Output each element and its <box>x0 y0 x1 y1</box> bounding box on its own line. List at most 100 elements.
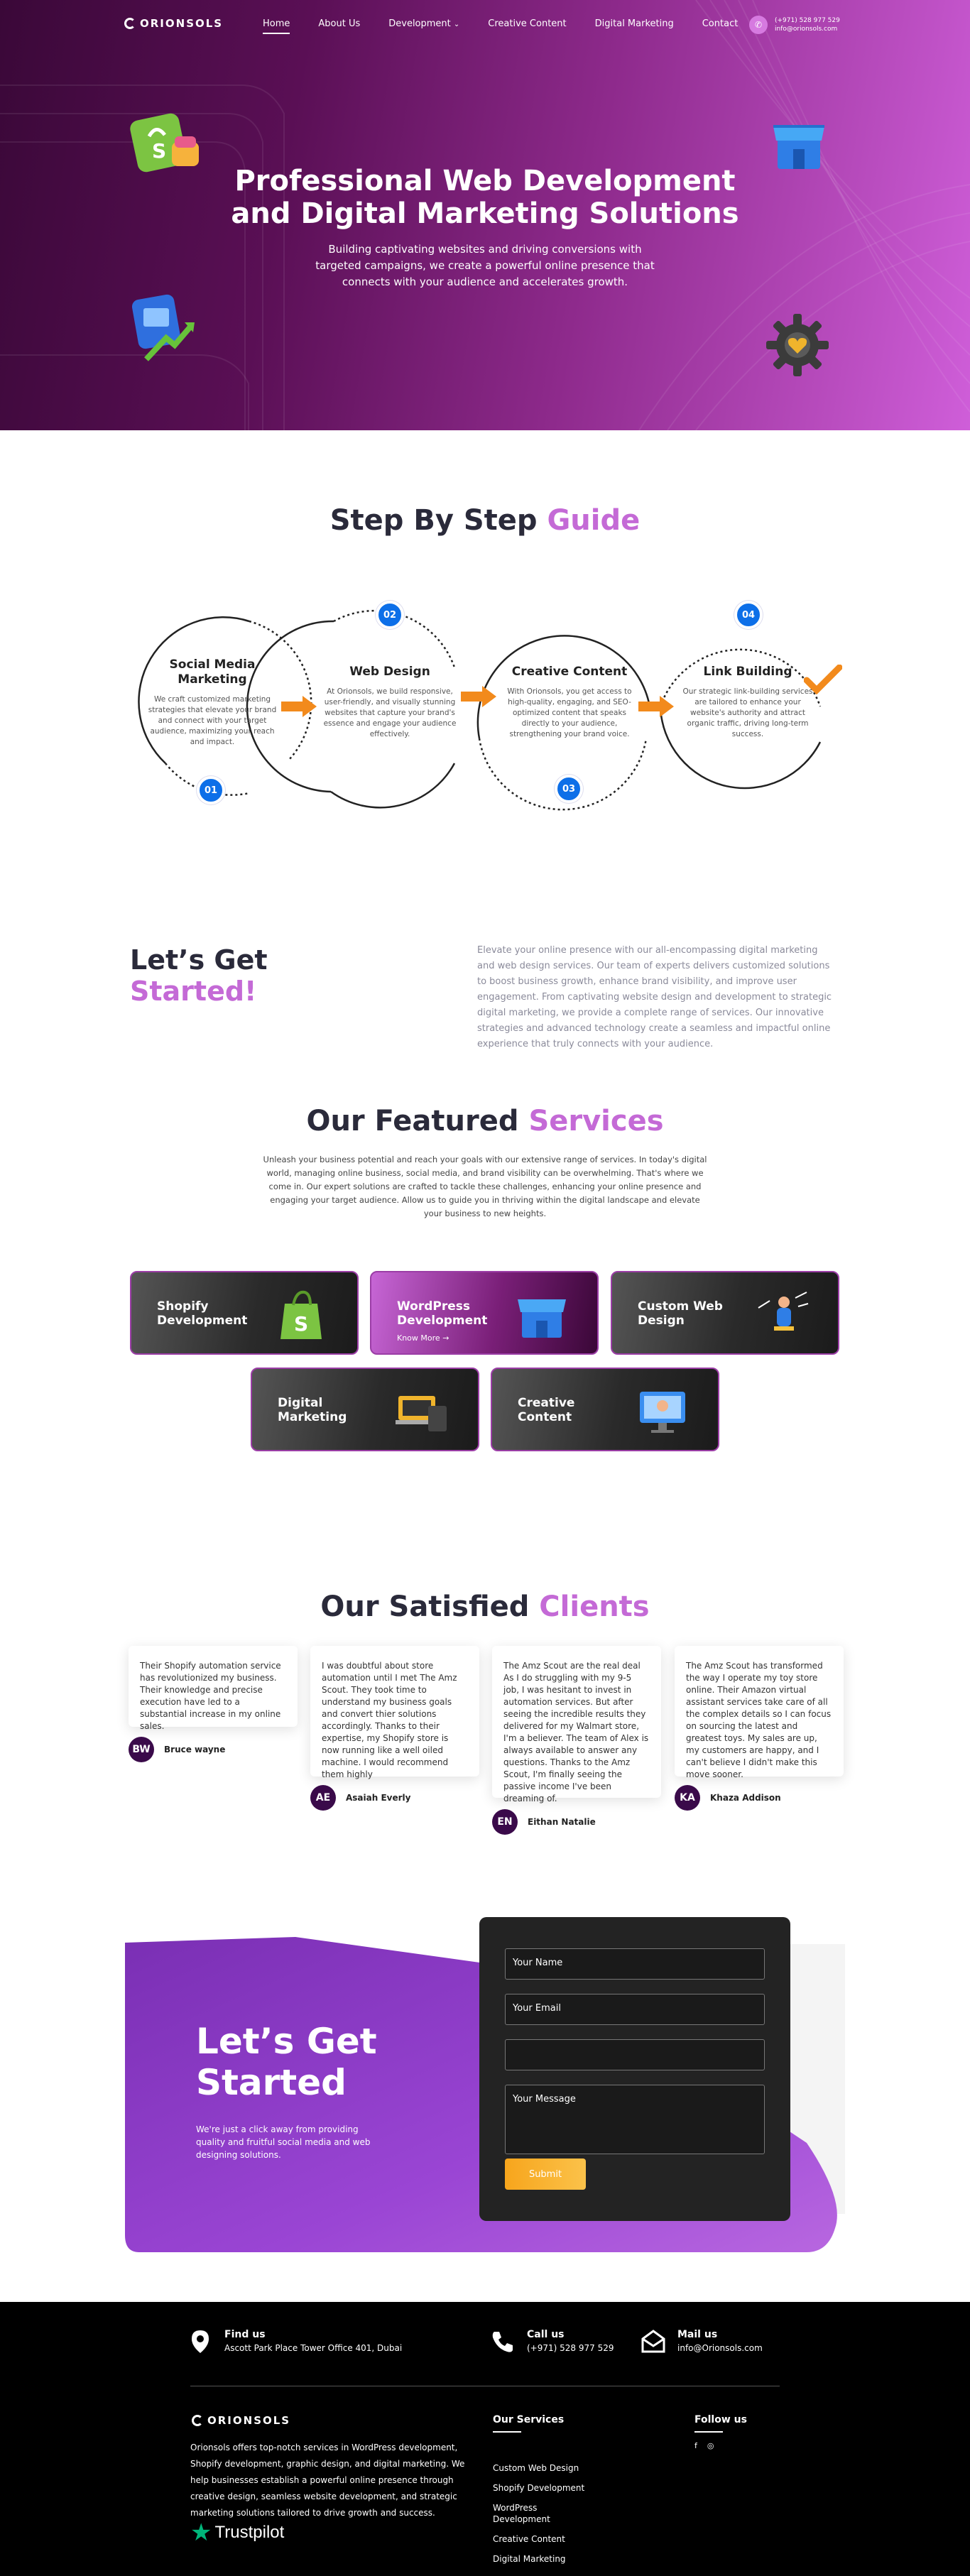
nav-home[interactable]: Home <box>263 18 290 34</box>
avatar: EN <box>492 1809 518 1835</box>
step-number-badge: 04 <box>734 601 763 629</box>
step-card-3: Creative Content With Orionsols, you get … <box>485 618 654 787</box>
intro-text: Elevate your online presence with our al… <box>477 945 832 1049</box>
phone-icon <box>492 2332 513 2352</box>
testimonial-author: KA Khaza Addison <box>675 1785 781 1811</box>
testimonial-card: The Amz Scout has transformed the way I … <box>675 1646 844 1779</box>
arrow-right-icon <box>461 686 496 707</box>
arrow-right-icon <box>638 696 674 717</box>
website-growth-3d-icon <box>132 294 195 361</box>
message-field[interactable]: Your Message <box>505 2085 765 2154</box>
hero-subtitle: Building captivating websites and drivin… <box>315 243 655 288</box>
hero-title: Professional Web Development and Digital … <box>0 165 970 230</box>
nav-digital-marketing[interactable]: Digital Marketing <box>595 18 674 29</box>
mail-icon <box>641 2330 665 2353</box>
email-field[interactable]: Your Email <box>505 1994 765 2025</box>
footer-call-us[interactable]: Call us (+971) 528 977 529 <box>490 2329 614 2354</box>
phone-field[interactable] <box>505 2039 765 2070</box>
footer-logo-text: ORIONSOLS <box>207 2414 291 2427</box>
mail-us-title: Mail us <box>677 2329 718 2340</box>
service-card-creative-content[interactable]: Creative Content <box>491 1368 719 1451</box>
services-intro: Unleash your business potential and reac… <box>263 1155 707 1218</box>
nav-development-label: Development <box>388 18 451 29</box>
step-text: With Orionsols, you get access to high-q… <box>507 687 632 738</box>
testimonial-card: I was doubtful about store automation un… <box>310 1646 479 1779</box>
logo-ring-icon <box>124 18 136 29</box>
header-email: info@orionsols.com <box>775 26 838 33</box>
nav-creative-content[interactable]: Creative Content <box>488 18 566 29</box>
service-card-title: Digital Marketing <box>278 1396 347 1424</box>
nav-about-us[interactable]: About Us <box>318 18 360 29</box>
author-name: Asaiah Everly <box>346 1793 411 1803</box>
call-us-phone: (+971) 528 977 529 <box>527 2343 614 2353</box>
step-text: We craft customized marketing strategies… <box>148 694 277 746</box>
guide-title-b: Guide <box>547 504 641 537</box>
intro-title: Let’s Get Started! <box>130 944 268 1007</box>
service-card-shopify[interactable]: Shopify Development S <box>130 1271 359 1355</box>
services-title-a: Our Featured <box>306 1105 519 1137</box>
footer-link[interactable]: WordPress Development <box>493 2502 592 2525</box>
submit-button[interactable]: Submit <box>505 2159 586 2190</box>
step-card-4: Link Building Our strategic link-building… <box>663 618 832 787</box>
logo-ring-icon <box>192 2415 203 2426</box>
author-name: Bruce wayne <box>164 1745 226 1754</box>
brand-logo[interactable]: ORIONSOLS <box>124 17 223 30</box>
content-monitor-icon <box>640 1392 685 1433</box>
footer-link[interactable]: Custom Web Design <box>493 2462 592 2474</box>
nav-contact[interactable]: Contact <box>702 18 739 29</box>
designer-illustration-icon <box>758 1292 809 1331</box>
know-more-label: Know More <box>397 1333 440 1343</box>
services-title: Our Featured Services <box>0 1105 970 1137</box>
arrow-right-icon <box>281 696 317 717</box>
hero-title-line1: Professional Web Development <box>234 165 736 197</box>
name-field[interactable]: Your Name <box>505 1948 765 1980</box>
footer-mail-us[interactable]: Mail us info@Orionsols.com <box>641 2329 763 2354</box>
intro-title-b: Started! <box>130 976 257 1007</box>
cta-title: Let’s Get Started <box>196 2021 377 2103</box>
top-navigation: ORIONSOLS Home About Us Development ⌄ Cr… <box>0 0 970 50</box>
hero-title-line2: and Digital Marketing Solutions <box>231 197 739 230</box>
step-title: Creative Content <box>511 665 628 679</box>
step-title: Web Design <box>349 665 430 679</box>
facebook-icon[interactable]: f <box>694 2441 697 2450</box>
storefront-icon <box>518 1299 566 1338</box>
shopify-bag-icon: S <box>280 1290 322 1339</box>
avatar: AE <box>310 1785 336 1811</box>
checkmark-icon <box>804 665 842 694</box>
trustpilot-star-icon: ★ <box>190 2518 212 2547</box>
services-column-title: Our Services <box>493 2414 565 2433</box>
footer-link[interactable]: Digital Marketing <box>493 2553 592 2565</box>
clients-title-a: Our Satisfied <box>320 1590 530 1623</box>
footer-link[interactable]: Shopify Development <box>493 2482 592 2494</box>
service-card-title: Custom Web Design <box>638 1299 723 1328</box>
contact-form: Your Name Your Email Your Message Submit <box>479 1917 790 2221</box>
footer-find-us: Find us Ascott Park Place Tower Office 40… <box>187 2329 402 2354</box>
cta-text: We're just a click away from providing q… <box>196 2124 371 2160</box>
nav-development[interactable]: Development ⌄ <box>388 18 459 29</box>
service-card-digital-marketing[interactable]: Digital Marketing <box>251 1368 479 1451</box>
footer-logo[interactable]: ORIONSOLS <box>192 2414 290 2427</box>
main-menu: Home About Us Development ⌄ Creative Con… <box>263 18 766 34</box>
avatar: KA <box>675 1785 700 1811</box>
know-more-link[interactable]: Know More → <box>397 1333 449 1343</box>
find-us-address: Ascott Park Place Tower Office 401, Duba… <box>224 2343 403 2353</box>
header-contact[interactable]: ✆ (+971) 528 977 529 info@orionsols.com <box>749 16 840 34</box>
step-title: Social Media Marketing <box>169 657 256 687</box>
author-name: Khaza Addison <box>710 1793 781 1803</box>
trustpilot-badge[interactable]: ★ Trustpilot <box>190 2521 284 2545</box>
arrow-right-small-icon: → <box>442 1333 449 1343</box>
service-card-title: Creative Content <box>518 1396 575 1424</box>
service-card-wordpress[interactable]: WordPress Development Know More → <box>370 1271 599 1355</box>
instagram-icon[interactable]: ◎ <box>707 2441 714 2450</box>
step-title: Link Building <box>703 665 792 679</box>
svg-text:S: S <box>152 139 166 163</box>
guide-title-a: Step By Step <box>329 504 538 537</box>
gear-heart-3d-icon <box>766 314 829 376</box>
clients-title-b: Clients <box>539 1590 650 1623</box>
service-card-custom-web[interactable]: Custom Web Design <box>611 1271 839 1355</box>
trustpilot-label: Trustpilot <box>214 2523 285 2542</box>
footer: Find us Ascott Park Place Tower Office 40… <box>0 2302 970 2576</box>
cta-title-line1: Let’s Get <box>196 2021 377 2062</box>
footer-link[interactable]: Creative Content <box>493 2533 592 2545</box>
testimonial-author: AE Asaiah Everly <box>310 1785 410 1811</box>
